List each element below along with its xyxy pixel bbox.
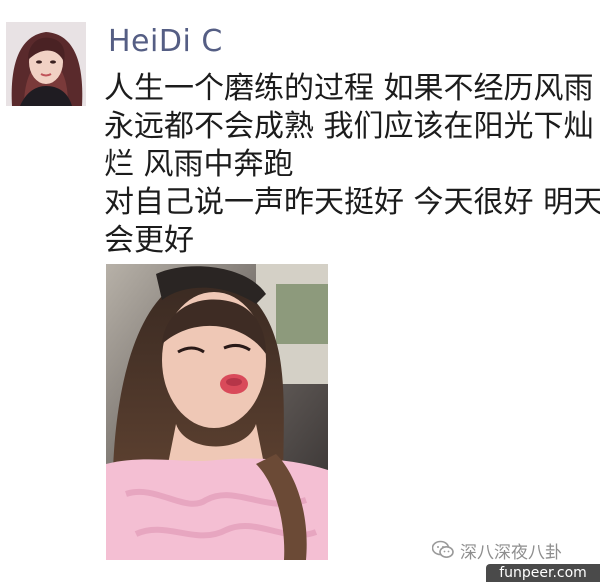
message-line: 烂 风雨中奔跑 [104, 147, 294, 182]
watermark: 深八深夜八卦 [432, 538, 562, 563]
site-badge: funpeer.com [486, 564, 600, 582]
watermark-text: 深八深夜八卦 [460, 542, 562, 563]
message-line: 对自己说一声昨天挺好 今天很好 明天 [104, 185, 600, 220]
avatar-image [6, 22, 86, 106]
author-name[interactable]: HeiDi C [108, 22, 223, 62]
avatar[interactable] [6, 22, 86, 106]
post-message: 人生一个磨练的过程 如果不经历风雨 永远都不会成熟 我们应该在阳光下灿 烂 风雨… [104, 70, 600, 260]
wechat-icon [432, 540, 454, 558]
message-line: 会更好 [104, 223, 194, 258]
message-line: 人生一个磨练的过程 如果不经历风雨 [104, 71, 594, 106]
post-photo[interactable] [106, 264, 328, 560]
selfie-image [106, 264, 328, 560]
message-line: 永远都不会成熟 我们应该在阳光下灿 [104, 109, 594, 144]
moments-post: HeiDi C 人生一个磨练的过程 如果不经历风雨 永远都不会成熟 我们应该在阳… [0, 0, 600, 582]
